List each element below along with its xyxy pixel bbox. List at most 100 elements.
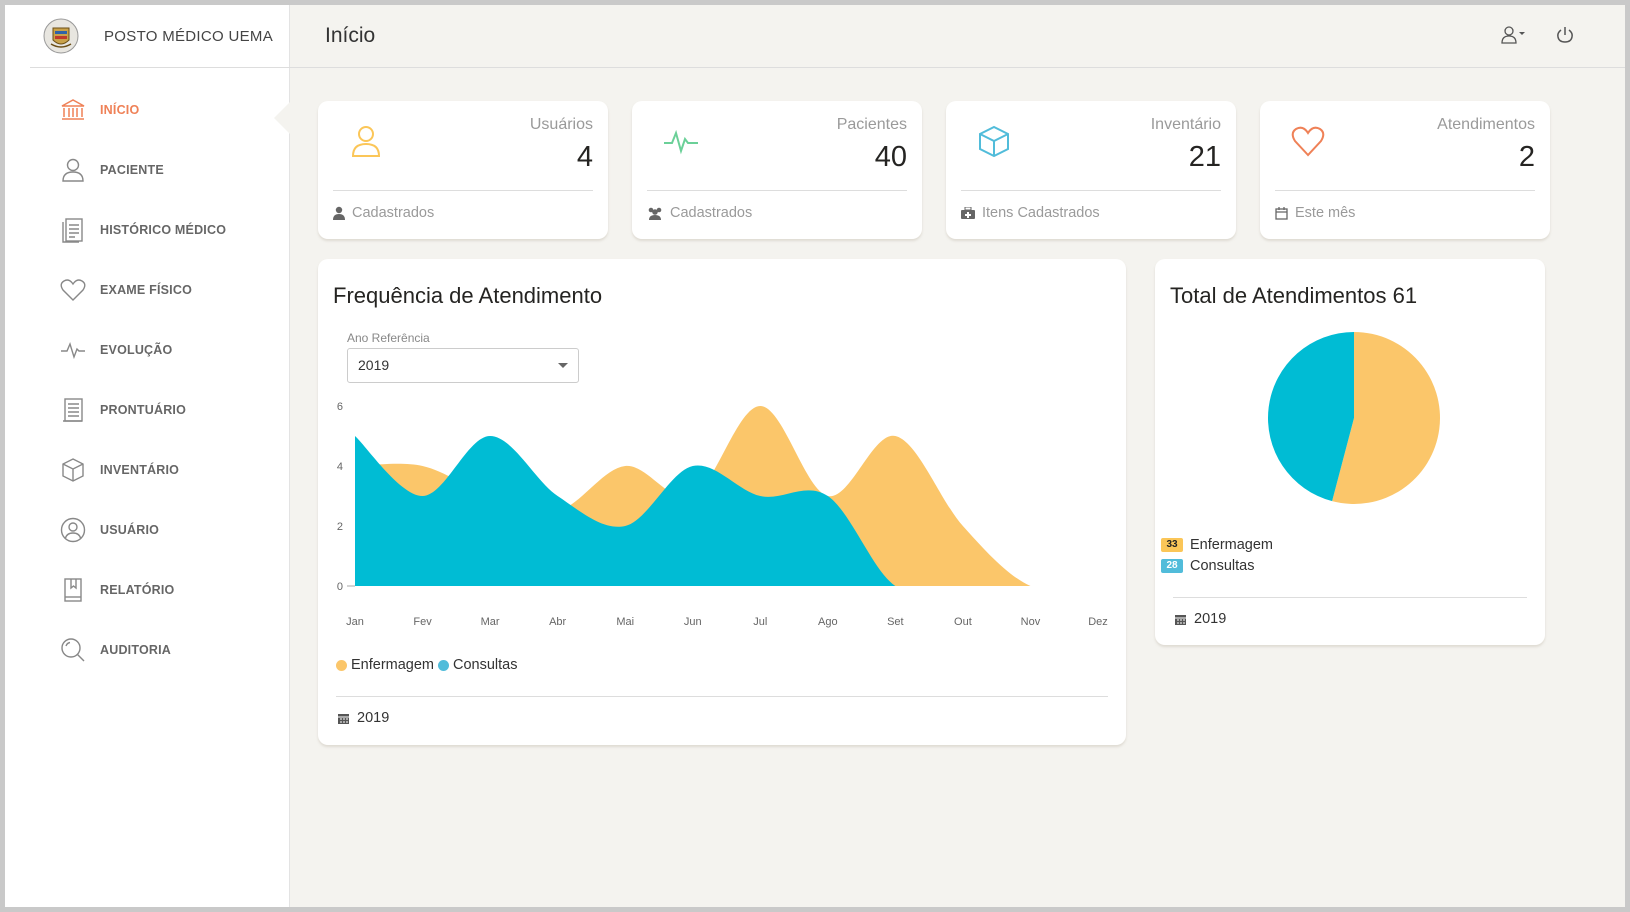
frequency-footer-text: 2019 bbox=[357, 710, 390, 726]
frequency-footer: 2019 bbox=[337, 710, 389, 726]
sidebar: POSTO MÉDICO UEMA INÍCIO PACIENTE HISTÓR… bbox=[5, 5, 290, 907]
user-md-icon bbox=[333, 206, 345, 220]
sidebar-nav: INÍCIO PACIENTE HISTÓRICO MÉDICO EXAME F… bbox=[5, 80, 290, 680]
divider bbox=[961, 190, 1221, 191]
badge-enfermagem: 33 bbox=[1161, 538, 1183, 552]
box-icon bbox=[58, 455, 88, 485]
stat-card-atendimentos: Atendimentos 2 Este mês bbox=[1260, 101, 1550, 239]
divider bbox=[647, 190, 907, 191]
stat-value: 21 bbox=[1188, 141, 1221, 173]
sidebar-item-inicio[interactable]: INÍCIO bbox=[5, 80, 290, 140]
x-tick-label: Mai bbox=[616, 616, 634, 628]
stat-label: Atendimentos bbox=[1437, 116, 1535, 133]
stat-footer: Este mês bbox=[1275, 205, 1355, 221]
frequency-card: Frequência de Atendimento Ano Referência… bbox=[318, 259, 1126, 745]
stat-footer: Itens Cadastrados bbox=[961, 205, 1100, 221]
sidebar-item-auditoria[interactable]: AUDITORIA bbox=[5, 620, 290, 680]
power-icon bbox=[1557, 27, 1573, 43]
total-card: Total de Atendimentos 61 33 Enfermagem 2… bbox=[1155, 259, 1545, 645]
app-frame: POSTO MÉDICO UEMA INÍCIO PACIENTE HISTÓR… bbox=[5, 5, 1625, 907]
uema-logo bbox=[43, 18, 79, 54]
legend-label-consultas: Consultas bbox=[453, 657, 518, 673]
x-tick-label: Out bbox=[954, 616, 972, 628]
stat-label: Inventário bbox=[1150, 116, 1221, 133]
calendar-icon bbox=[338, 713, 349, 724]
x-tick-label: Fev bbox=[413, 616, 432, 628]
y-tick-label: 4 bbox=[337, 461, 343, 473]
caret-down-icon bbox=[558, 363, 568, 368]
heart-icon bbox=[58, 275, 88, 305]
x-tick-label: Abr bbox=[549, 616, 566, 628]
x-tick-label: Ago bbox=[818, 616, 838, 628]
sidebar-item-inventario[interactable]: INVENTÁRIO bbox=[5, 440, 290, 500]
sidebar-item-exame-fisico[interactable]: EXAME FÍSICO bbox=[5, 260, 290, 320]
legend-label-enfermagem: Enfermagem bbox=[351, 657, 435, 673]
total-title: Total de Atendimentos 61 bbox=[1170, 283, 1418, 308]
frequency-title: Frequência de Atendimento bbox=[333, 283, 603, 308]
x-tick-label: Jun bbox=[684, 616, 702, 628]
stat-value: 4 bbox=[576, 141, 593, 173]
sidebar-item-label: AUDITORIA bbox=[100, 643, 172, 657]
top-actions bbox=[1501, 25, 1575, 50]
calendar-icon bbox=[1175, 614, 1186, 625]
x-tick-label: Jul bbox=[753, 616, 767, 628]
stat-value: 40 bbox=[874, 141, 907, 173]
heart-icon bbox=[1290, 123, 1330, 163]
total-footer-text: 2019 bbox=[1194, 611, 1227, 627]
sidebar-item-label: RELATÓRIO bbox=[100, 583, 175, 597]
user-menu-button[interactable] bbox=[1501, 25, 1527, 50]
user-icon bbox=[58, 155, 88, 185]
stat-footer-text: Itens Cadastrados bbox=[982, 205, 1100, 221]
document-icon bbox=[58, 215, 88, 245]
sidebar-item-historico-medico[interactable]: HISTÓRICO MÉDICO bbox=[5, 200, 290, 260]
pulse-icon bbox=[662, 123, 702, 163]
stat-card-pacientes: Pacientes 40 Cadastrados bbox=[632, 101, 922, 239]
sidebar-item-paciente[interactable]: PACIENTE bbox=[5, 140, 290, 200]
divider bbox=[333, 190, 593, 191]
sidebar-item-label: PRONTUÁRIO bbox=[100, 403, 187, 417]
stat-label: Usuários bbox=[529, 116, 593, 133]
year-select-label: Ano Referência bbox=[347, 331, 430, 345]
book-icon bbox=[58, 575, 88, 605]
stat-footer: Cadastrados bbox=[647, 205, 752, 221]
sidebar-item-prontuario[interactable]: PRONTUÁRIO bbox=[5, 380, 290, 440]
x-tick-label: Mar bbox=[481, 616, 500, 628]
sidebar-item-label: EXAME FÍSICO bbox=[100, 283, 192, 297]
stat-card-usuarios: Usuários 4 Cadastrados bbox=[318, 101, 608, 239]
stat-footer-text: Cadastrados bbox=[352, 205, 435, 221]
y-tick-label: 0 bbox=[337, 581, 343, 593]
stat-footer: Cadastrados bbox=[333, 205, 434, 221]
stat-footer-text: Cadastrados bbox=[670, 205, 753, 221]
stat-label: Pacientes bbox=[836, 116, 907, 133]
pulse-icon bbox=[58, 335, 88, 365]
sidebar-item-label: HISTÓRICO MÉDICO bbox=[100, 223, 227, 237]
user-dropdown-icon bbox=[1501, 26, 1525, 44]
sidebar-item-label: EVOLUÇÃO bbox=[100, 343, 173, 357]
brand[interactable]: POSTO MÉDICO UEMA bbox=[30, 5, 290, 68]
box-icon bbox=[976, 123, 1016, 163]
chart-legend: Enfermagem Consultas bbox=[336, 657, 518, 673]
sidebar-item-evolucao[interactable]: EVOLUÇÃO bbox=[5, 320, 290, 380]
calendar-icon bbox=[1275, 206, 1288, 220]
sidebar-item-usuario[interactable]: USUÁRIO bbox=[5, 500, 290, 560]
page-title: Início bbox=[325, 24, 376, 47]
pie-legend-label: Consultas bbox=[1190, 558, 1255, 574]
pie-legend-item-consultas: 28 Consultas bbox=[1161, 558, 1254, 574]
stat-card-inventario: Inventário 21 Itens Cadastrados bbox=[946, 101, 1236, 239]
logout-button[interactable] bbox=[1555, 25, 1575, 50]
badge-consultas: 28 bbox=[1161, 559, 1183, 573]
search-icon bbox=[58, 635, 88, 665]
divider bbox=[1173, 597, 1527, 598]
bank-icon bbox=[58, 95, 88, 125]
active-indicator bbox=[274, 102, 290, 134]
brand-name: POSTO MÉDICO UEMA bbox=[104, 27, 274, 45]
divider bbox=[336, 696, 1108, 697]
stat-value: 2 bbox=[1518, 141, 1535, 173]
sidebar-item-label: INVENTÁRIO bbox=[100, 463, 180, 477]
sidebar-item-relatorio[interactable]: RELATÓRIO bbox=[5, 560, 290, 620]
legend-dot-consultas bbox=[438, 659, 450, 671]
year-select-value: 2019 bbox=[358, 357, 390, 373]
year-select[interactable]: 2019 bbox=[347, 348, 579, 383]
pie-legend-item-enfermagem: 33 Enfermagem bbox=[1161, 537, 1273, 553]
legend-dot-enfermagem bbox=[336, 659, 347, 671]
